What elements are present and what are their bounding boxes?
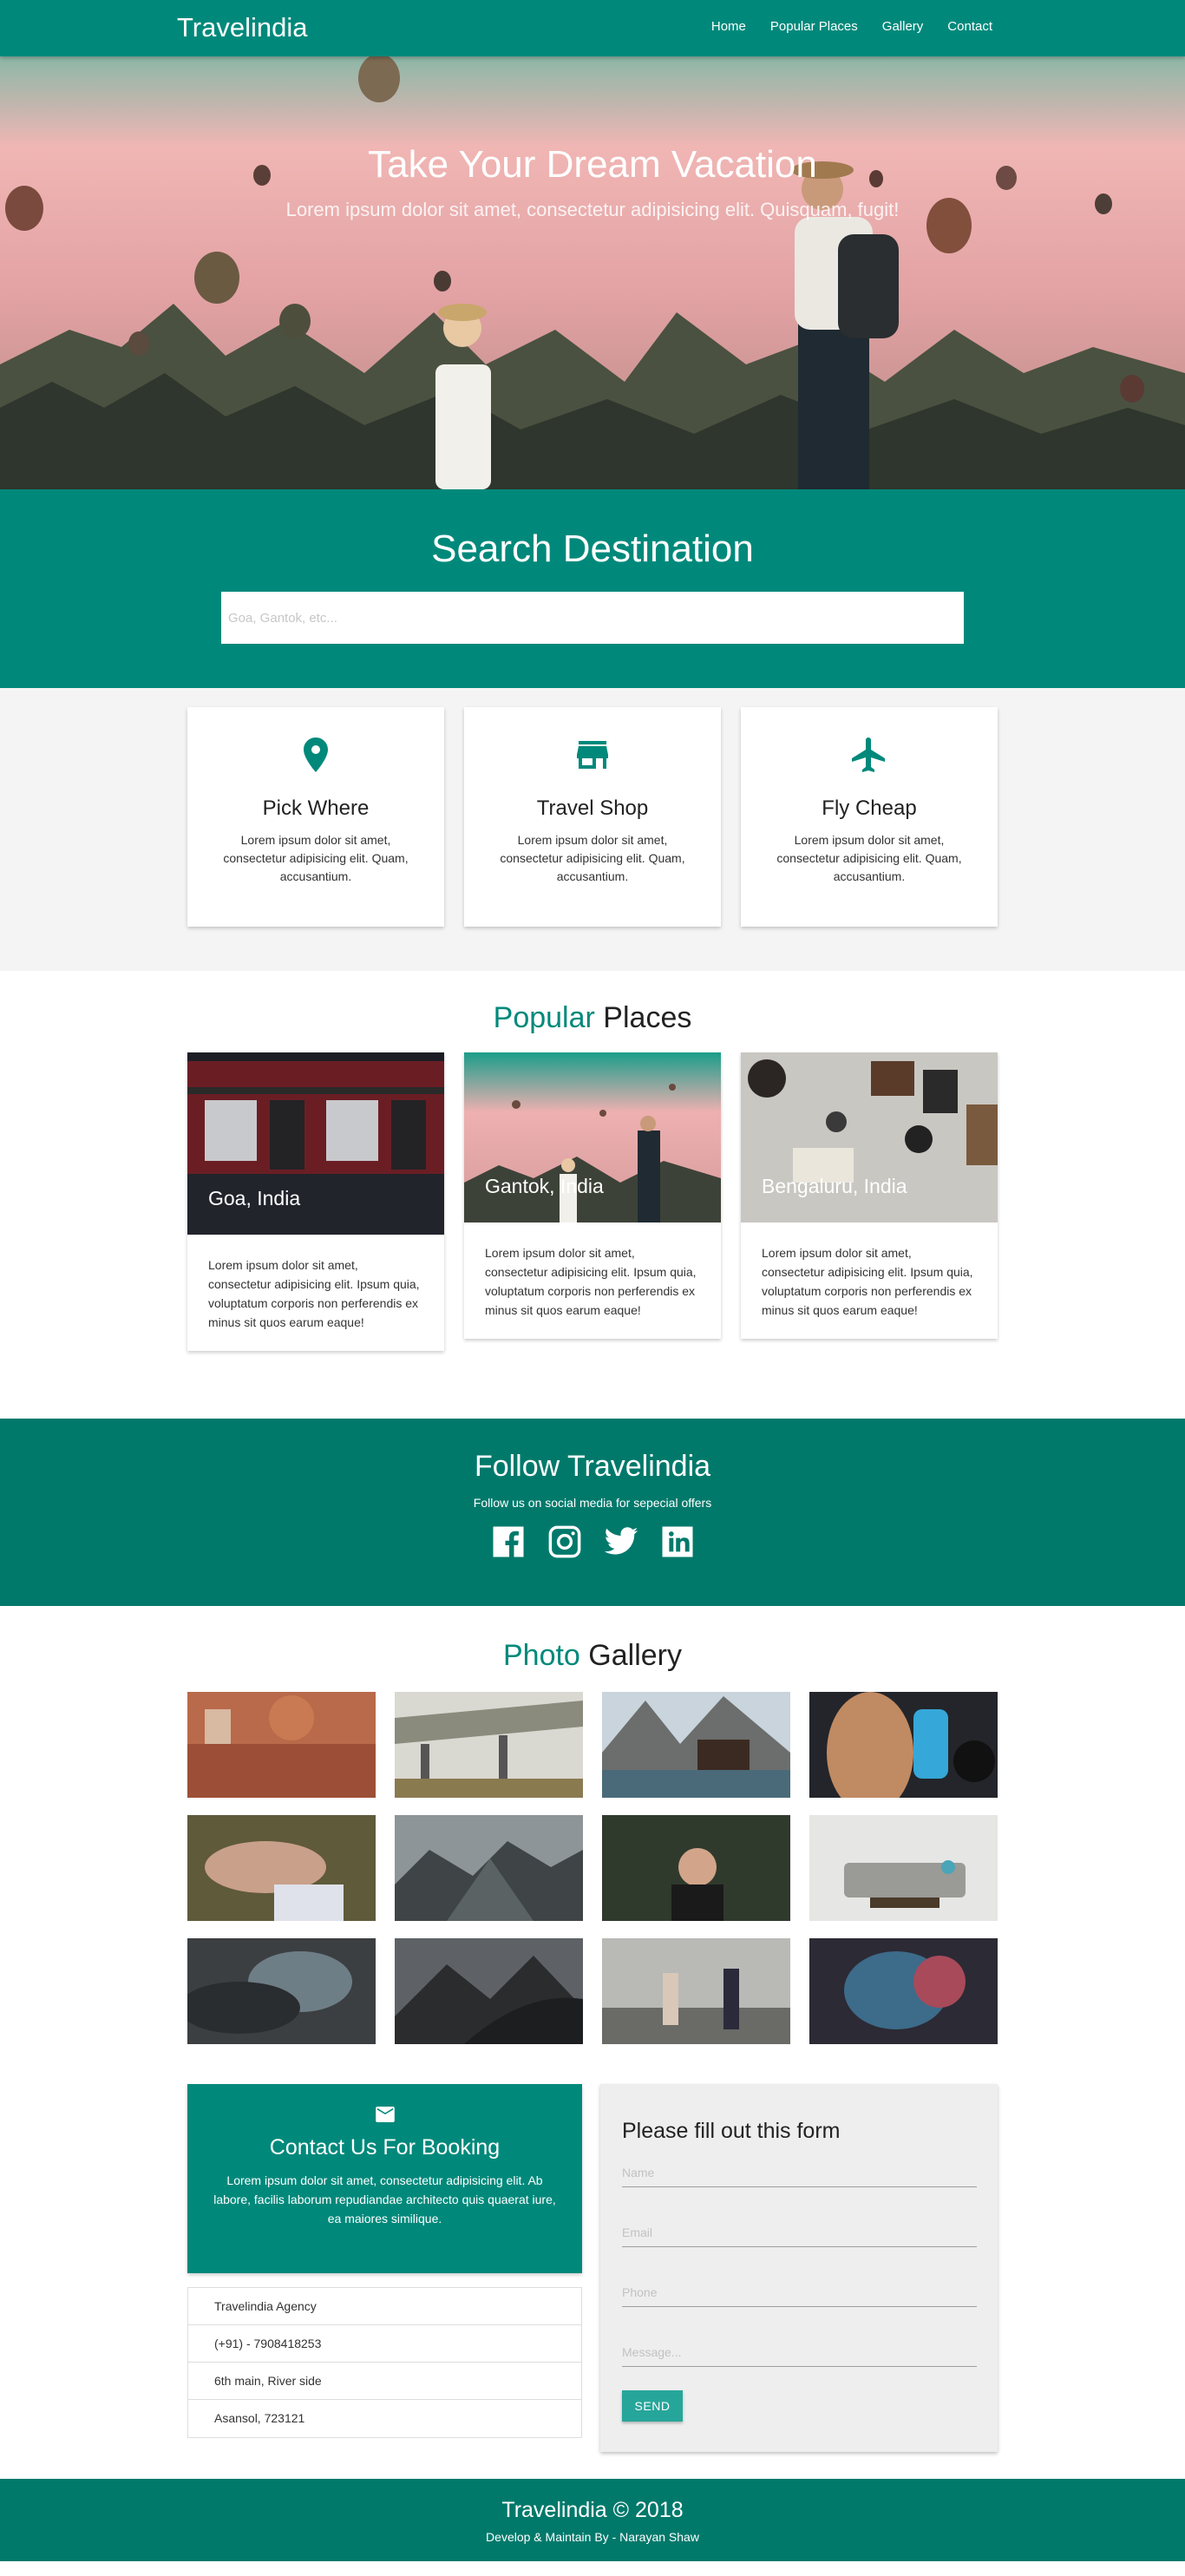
follow-subtitle: Follow us on social media for sepecial o… (473, 1496, 712, 1510)
place-text: Lorem ipsum dolor sit amet, consectetur … (485, 1246, 697, 1317)
hero-image (0, 0, 1185, 489)
gallery-image[interactable] (602, 1692, 790, 1798)
place-card-gantok[interactable]: Gantok, India Lorem ipsum dolor sit amet… (464, 1052, 721, 1339)
follow-section: Follow Travelindia Follow us on social m… (0, 1419, 1185, 1606)
place-image: Goa, India (187, 1052, 444, 1235)
place-card-goa[interactable]: Goa, India Lorem ipsum dolor sit amet, c… (187, 1052, 444, 1351)
form-title: Please fill out this form (622, 2119, 841, 2143)
social-links (0, 1524, 1185, 1564)
contact-city: Asansol, 723121 (214, 2411, 305, 2425)
contact-phone: (+91) - 7908418253 (188, 2325, 581, 2363)
brand-logo[interactable]: Travelindia (177, 12, 307, 43)
features-section: Pick Where Lorem ipsum dolor sit amet, c… (0, 688, 1185, 971)
contact-section: Contact Us For Booking Lorem ipsum dolor… (0, 2084, 1185, 2479)
contact-info-box: Contact Us For Booking Lorem ipsum dolor… (187, 2084, 582, 2273)
search-input[interactable] (221, 592, 964, 644)
feature-text: Lorem ipsum dolor sit amet, consectetur … (500, 833, 685, 883)
feature-text: Lorem ipsum dolor sit amet, consectetur … (223, 833, 409, 883)
gallery-image[interactable] (187, 1692, 376, 1798)
footer-credit: Develop & Maintain By - Narayan Shaw (486, 2530, 699, 2544)
gallery-grid (187, 1692, 998, 2044)
contact-box-text: Lorem ipsum dolor sit amet, consectetur … (213, 2173, 556, 2225)
place-text: Lorem ipsum dolor sit amet, consectetur … (762, 1246, 973, 1317)
gallery-image[interactable] (809, 1692, 998, 1798)
place-name: Goa, India (208, 1187, 301, 1209)
feature-card-pick-where: Pick Where Lorem ipsum dolor sit amet, c… (187, 707, 444, 927)
message-field[interactable] (622, 2337, 977, 2366)
email-field[interactable] (622, 2218, 977, 2246)
feature-title: Pick Where (262, 796, 370, 820)
hero-section: Take Your Dream Vacation Lorem ipsum dol… (0, 0, 1185, 489)
place-name: Gantok, India (485, 1175, 604, 1197)
nav-link-gallery[interactable]: Gallery (882, 19, 924, 34)
place-image: Bengaluru, India (741, 1052, 998, 1222)
gallery-image[interactable] (395, 1692, 583, 1798)
place-image: Gantok, India (464, 1052, 721, 1222)
gallery-image[interactable] (187, 1938, 376, 2044)
feature-card-fly-cheap: Fly Cheap Lorem ipsum dolor sit amet, co… (741, 707, 998, 927)
send-button[interactable]: SEND (622, 2390, 683, 2422)
search-title: Search Destination (431, 528, 754, 570)
twitter-icon[interactable] (603, 1524, 639, 1564)
contact-address: 6th main, River side (188, 2363, 581, 2400)
contact-box-title: Contact Us For Booking (269, 2135, 501, 2160)
search-section: Search Destination (0, 489, 1185, 688)
hero-title: Take Your Dream Vacation (368, 143, 817, 186)
feature-card-travel-shop: Travel Shop Lorem ipsum dolor sit amet, … (464, 707, 721, 927)
airplane-icon (852, 737, 885, 772)
gallery-image[interactable] (187, 1815, 376, 1921)
footer-title: Travelindia © 2018 (501, 2498, 684, 2522)
follow-title: Follow Travelindia (474, 1450, 711, 1483)
navbar: Travelindia Home Popular Places Gallery … (0, 0, 1185, 56)
store-icon (577, 741, 608, 769)
nav-link-popular-places[interactable]: Popular Places (770, 19, 858, 34)
gallery-image[interactable] (809, 1815, 998, 1921)
section-title: Popular Places (493, 1001, 692, 1034)
gallery-section: Photo Gallery (0, 1606, 1185, 2084)
name-field[interactable] (622, 2158, 977, 2186)
phone-field[interactable] (622, 2278, 977, 2306)
place-name: Bengaluru, India (762, 1175, 907, 1197)
contact-agency: Travelindia Agency (188, 2288, 581, 2325)
facebook-icon[interactable] (490, 1524, 527, 1564)
contact-form: Please fill out this form SEND (600, 2084, 998, 2452)
gallery-image[interactable] (395, 1938, 583, 2044)
mail-icon (375, 2107, 395, 2122)
section-title: Photo Gallery (502, 1639, 682, 1672)
gallery-image[interactable] (395, 1815, 583, 1921)
footer: Travelindia © 2018 Develop & Maintain By… (0, 2479, 1185, 2561)
linkedin-icon[interactable] (659, 1524, 696, 1564)
popular-places-section: Popular Places Goa, India Lorem ipsum do… (0, 971, 1185, 1419)
nav-links: Home Popular Places Gallery Contact (711, 19, 992, 34)
nav-link-home[interactable]: Home (711, 19, 746, 34)
contact-details-list: Travelindia Agency (+91) - 7908418253 6t… (187, 2287, 582, 2438)
place-text: Lorem ipsum dolor sit amet, consectetur … (208, 1258, 420, 1329)
gallery-image[interactable] (602, 1938, 790, 2044)
feature-text: Lorem ipsum dolor sit amet, consectetur … (776, 833, 962, 883)
hero-subtitle: Lorem ipsum dolor sit amet, consectetur … (285, 199, 900, 220)
gallery-image[interactable] (809, 1938, 998, 2044)
instagram-icon[interactable] (547, 1524, 583, 1564)
nav-link-contact[interactable]: Contact (947, 19, 992, 34)
location-pin-icon (304, 737, 328, 772)
place-card-bengaluru[interactable]: Bengaluru, India Lorem ipsum dolor sit a… (741, 1052, 998, 1339)
feature-title: Fly Cheap (822, 796, 917, 820)
feature-title: Travel Shop (536, 796, 649, 820)
gallery-image[interactable] (602, 1815, 790, 1921)
